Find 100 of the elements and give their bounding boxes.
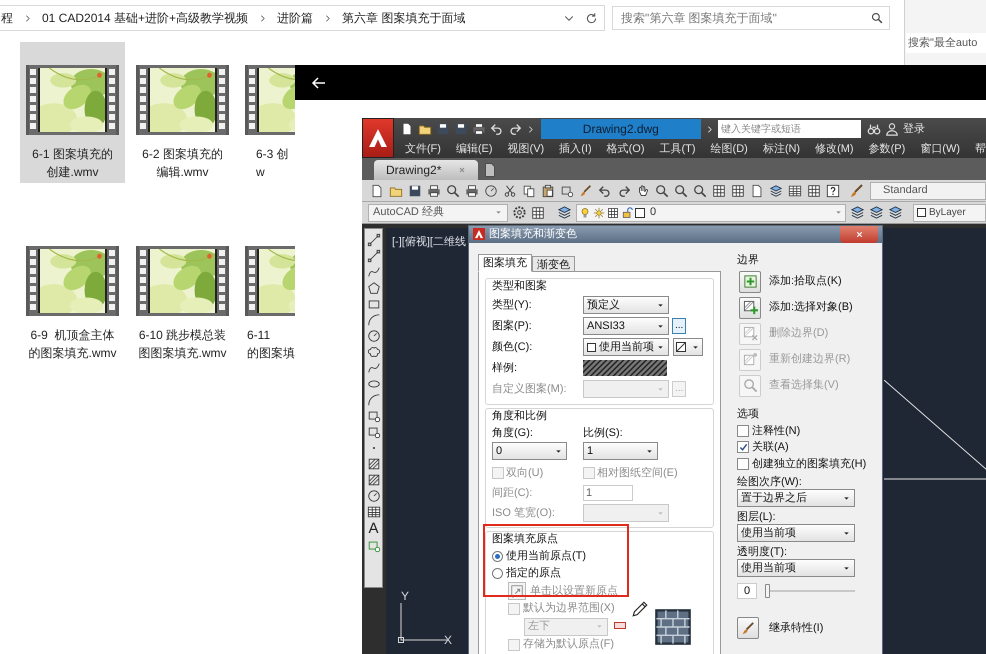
- line-icon[interactable]: [366, 233, 380, 247]
- hatch-icon[interactable]: [366, 457, 380, 471]
- text-style-dropdown[interactable]: Standard: [870, 182, 986, 200]
- menu-item[interactable]: 视图(V): [508, 140, 544, 158]
- layers-icon[interactable]: [769, 184, 783, 198]
- undo-icon[interactable]: [490, 122, 504, 136]
- grid-icon[interactable]: [712, 184, 726, 198]
- redo-icon[interactable]: [617, 184, 631, 198]
- checkbox[interactable]: [737, 424, 749, 437]
- breadcrumb-item[interactable]: 程: [1, 9, 13, 27]
- menu-item[interactable]: 帮: [975, 140, 986, 158]
- viewport-label[interactable]: [-][俯视][二维线: [392, 234, 466, 250]
- transparency-dropdown[interactable]: 使用当前项: [737, 559, 855, 577]
- arc-icon[interactable]: [366, 313, 380, 327]
- block-icon[interactable]: [366, 409, 380, 423]
- question-icon[interactable]: [826, 184, 840, 198]
- workspace-dropdown[interactable]: AutoCAD 经典: [368, 204, 508, 222]
- breadcrumb-item[interactable]: 01 CAD2014 基础+进阶+高级教学视频: [42, 9, 248, 27]
- radio-button[interactable]: [492, 568, 503, 579]
- new-tab-icon[interactable]: [482, 162, 498, 178]
- menu-item[interactable]: 插入(I): [559, 140, 592, 158]
- document-tab[interactable]: Drawing2*: [374, 160, 478, 180]
- menu-item[interactable]: 窗口(W): [920, 140, 960, 158]
- search-icon[interactable]: [655, 184, 669, 198]
- block-icon[interactable]: [366, 425, 380, 439]
- search-field[interactable]: 搜索"第六章 图案填充于面域": [612, 6, 890, 30]
- polygon-icon[interactable]: [366, 281, 380, 295]
- tab[interactable]: 图案填充: [478, 254, 532, 272]
- checkbox[interactable]: [737, 441, 749, 454]
- undo-icon[interactable]: [598, 184, 612, 198]
- dropdown[interactable]: 使用当前项: [583, 338, 669, 356]
- copy-icon[interactable]: [522, 184, 536, 198]
- search-icon[interactable]: [693, 184, 707, 198]
- menu-item[interactable]: 绘图(D): [710, 140, 748, 158]
- layers-icon[interactable]: [888, 205, 903, 220]
- search-icon[interactable]: [674, 184, 688, 198]
- printer-icon[interactable]: [465, 184, 479, 198]
- menu-item[interactable]: 标注(N): [762, 140, 800, 158]
- redo-icon[interactable]: [508, 122, 522, 136]
- menu-item[interactable]: 编辑(E): [456, 140, 493, 158]
- menu-item[interactable]: 工具(T): [660, 140, 696, 158]
- circle-icon[interactable]: [484, 184, 498, 198]
- arc-icon[interactable]: [366, 393, 380, 407]
- menu-item[interactable]: 参数(P): [868, 140, 906, 158]
- search-icon[interactable]: [446, 184, 460, 198]
- curve-icon[interactable]: [366, 361, 380, 375]
- layer-dropdown[interactable]: 0: [576, 204, 846, 222]
- table-icon[interactable]: [366, 505, 380, 519]
- file-item[interactable]: 6-10 跳步模总装 图图案填充.wmv: [130, 223, 235, 364]
- input-field[interactable]: 0: [737, 583, 757, 599]
- file-item[interactable]: 6-2 图案填充的 编辑.wmv: [130, 42, 235, 183]
- cloud-icon[interactable]: [366, 345, 380, 359]
- menu-item[interactable]: 格式(O): [606, 140, 644, 158]
- inherit-button[interactable]: [737, 617, 759, 639]
- binoculars-icon[interactable]: [866, 122, 881, 136]
- dropdown[interactable]: 预定义: [583, 296, 669, 314]
- grid-icon[interactable]: [807, 184, 821, 198]
- boundary-button[interactable]: [739, 296, 761, 318]
- layers-icon[interactable]: [850, 205, 865, 220]
- scissors-icon[interactable]: [503, 184, 517, 198]
- boundary-button[interactable]: [739, 270, 761, 292]
- paintbrush-icon[interactable]: [849, 182, 865, 198]
- curve-icon[interactable]: [366, 265, 380, 279]
- angle-dropdown[interactable]: 0: [492, 442, 567, 460]
- block-icon[interactable]: [560, 184, 574, 198]
- layer-dropdown[interactable]: 使用当前项: [737, 524, 855, 542]
- color-dropdown[interactable]: ByLayer: [913, 204, 986, 222]
- search-field[interactable]: 搜索"最全auto: [906, 33, 986, 53]
- radio-button[interactable]: [492, 551, 503, 562]
- hatch-icon[interactable]: [366, 473, 380, 487]
- paintbrush-icon[interactable]: [579, 184, 593, 198]
- back-button[interactable]: [311, 74, 327, 90]
- layers-icon[interactable]: [557, 205, 572, 220]
- grid-icon[interactable]: [731, 184, 745, 198]
- layers-icon[interactable]: [869, 205, 884, 220]
- search-field[interactable]: 键入关键字或短语: [718, 120, 861, 138]
- menu-item[interactable]: 文件(F): [404, 140, 441, 158]
- hatch-swatch[interactable]: [583, 360, 667, 376]
- address-bar[interactable]: 程 01 CAD2014 基础+进阶+高级教学视频 进阶篇 第六章 图案填充于面域: [0, 5, 605, 31]
- hand-icon[interactable]: [636, 184, 650, 198]
- attribute-icon[interactable]: [366, 539, 380, 553]
- file-item[interactable]: 6-9 机顶盒主体 的图案填充.wmv: [20, 223, 125, 364]
- tab[interactable]: 渐变色: [532, 256, 575, 272]
- document-icon[interactable]: [370, 184, 384, 198]
- slider-thumb[interactable]: [765, 584, 770, 598]
- sign-in-link[interactable]: 登录: [902, 120, 925, 138]
- draw-order-dropdown[interactable]: 置于边界之后: [737, 489, 855, 507]
- app-menu-button[interactable]: [362, 118, 394, 158]
- browse-button[interactable]: ...: [672, 318, 686, 334]
- grid-icon[interactable]: [531, 206, 545, 220]
- printer-icon[interactable]: [472, 122, 486, 136]
- dropdown[interactable]: ANSI33: [583, 317, 669, 335]
- circle-icon[interactable]: [366, 489, 380, 503]
- document-icon[interactable]: [750, 184, 764, 198]
- table-icon[interactable]: [788, 184, 802, 198]
- breadcrumb-item[interactable]: 进阶篇: [277, 9, 314, 27]
- search-icon[interactable]: [871, 12, 883, 24]
- printer-icon[interactable]: [427, 184, 441, 198]
- background-color-dropdown[interactable]: [673, 338, 703, 356]
- menu-item[interactable]: 修改(M): [815, 140, 854, 158]
